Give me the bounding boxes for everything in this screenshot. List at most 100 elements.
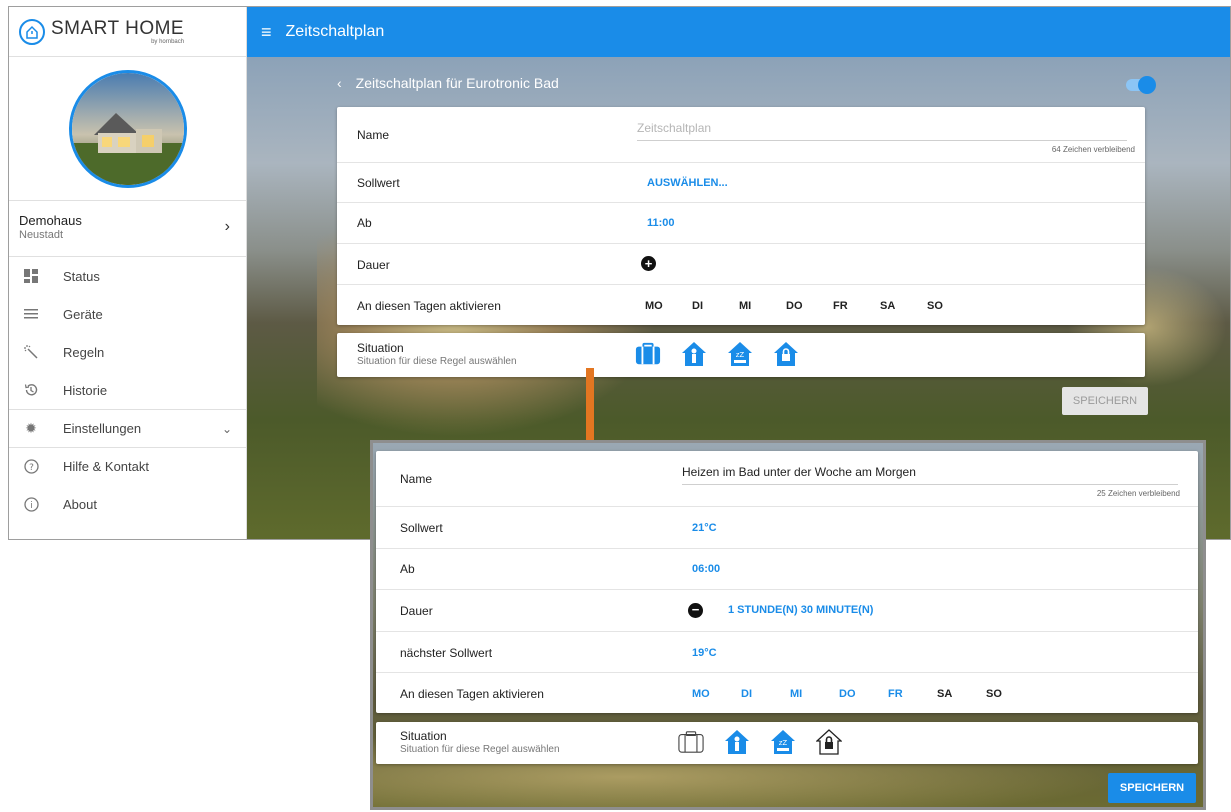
bottom-screenshot: Name Heizen im Bad unter der Woche am Mo… xyxy=(370,440,1206,810)
gear-icon: ✹ xyxy=(25,420,37,436)
info-icon: i xyxy=(23,496,39,512)
situation-card: Situation Situation für diese Regel ausw… xyxy=(337,333,1145,377)
day-fr[interactable]: FR xyxy=(833,300,880,312)
app-header: ≡ Zeitschaltplan xyxy=(247,7,1230,57)
dauer-row: Dauer − 1 STUNDE(N) 30 MINUTE(N) xyxy=(376,590,1198,632)
sidebar-item-status[interactable]: Status xyxy=(9,257,246,295)
brand-name: SMART HOME xyxy=(51,17,185,39)
sidebar-item-geraete[interactable]: Geräte xyxy=(9,295,246,333)
day-do[interactable]: DO xyxy=(839,688,888,700)
add-duration-icon[interactable]: + xyxy=(641,256,656,271)
day-mo[interactable]: MO xyxy=(692,688,741,700)
home-lock-icon[interactable] xyxy=(816,729,842,755)
name-label: Name xyxy=(357,128,390,142)
day-so[interactable]: SO xyxy=(986,688,1035,700)
home-name: Demohaus xyxy=(19,213,82,228)
days-row: An diesen Tagen aktivieren MO DI MI DO F… xyxy=(337,285,1145,325)
day-so[interactable]: SO xyxy=(927,300,974,312)
home-person-icon[interactable] xyxy=(681,341,707,367)
back-icon[interactable]: ‹ xyxy=(337,75,342,91)
chevron-right-icon: › xyxy=(224,218,230,235)
home-lock-icon[interactable] xyxy=(773,341,799,367)
name-row: Name Zeitschaltplan 64 Zeichen verbleibe… xyxy=(337,107,1145,163)
situation-label: Situation xyxy=(400,729,447,743)
sidebar-item-label: Hilfe & Kontakt xyxy=(63,459,149,474)
sidebar-item-about[interactable]: i About xyxy=(9,485,246,523)
sollwert-row: Sollwert AUSWÄHLEN... xyxy=(337,163,1145,203)
save-button-disabled[interactable]: SPEICHERN xyxy=(1062,387,1148,415)
days-label: An diesen Tagen aktivieren xyxy=(357,299,501,313)
home-selector[interactable]: Demohaus Neustadt › xyxy=(9,201,246,257)
svg-text:i: i xyxy=(30,501,33,511)
magic-wand-icon xyxy=(23,344,39,360)
home-person-icon[interactable] xyxy=(724,729,750,755)
situation-card: Situation Situation für diese Regel ausw… xyxy=(376,722,1198,764)
svg-text:zZ: zZ xyxy=(779,739,788,747)
days-label: An diesen Tagen aktivieren xyxy=(400,687,544,701)
day-do[interactable]: DO xyxy=(786,300,833,312)
ab-row: Ab 11:00 xyxy=(337,203,1145,244)
dauer-label: Dauer xyxy=(357,258,390,272)
dauer-row: Dauer + xyxy=(337,244,1145,285)
sidebar-item-label: Einstellungen xyxy=(63,421,142,436)
schedule-form-card: Name Zeitschaltplan 64 Zeichen verbleibe… xyxy=(337,107,1145,325)
home-sleep-icon[interactable]: zZ xyxy=(727,341,753,367)
ab-row: Ab 06:00 xyxy=(376,549,1198,590)
dauer-label: Dauer xyxy=(400,604,433,618)
sidebar-item-label: Status xyxy=(63,268,100,284)
next-sollwert-label: nächster Sollwert xyxy=(400,646,493,660)
list-icon xyxy=(23,306,39,322)
suitcase-icon[interactable] xyxy=(635,341,661,367)
sidebar-item-einstellungen[interactable]: ✹ Einstellungen ⌄ xyxy=(9,409,246,447)
ab-time[interactable]: 06:00 xyxy=(692,563,720,575)
sidebar-item-label: Geräte xyxy=(63,306,103,322)
day-sa[interactable]: SA xyxy=(937,688,986,700)
name-input[interactable]: Zeitschaltplan xyxy=(637,121,1127,141)
save-button[interactable]: SPEICHERN xyxy=(1108,773,1196,803)
suitcase-icon[interactable] xyxy=(678,729,704,755)
day-di[interactable]: DI xyxy=(692,300,739,312)
history-icon xyxy=(23,382,39,398)
schedule-form-card-filled: Name Heizen im Bad unter der Woche am Mo… xyxy=(376,451,1198,713)
brand-sub: by hornbach xyxy=(151,38,185,45)
ab-label: Ab xyxy=(400,562,415,576)
next-sollwert-value[interactable]: 19°C xyxy=(692,647,717,659)
char-count: 64 Zeichen verbleibend xyxy=(1051,145,1135,154)
sidebar: SMART HOME by hornbach Demohaus Neustadt… xyxy=(9,7,247,539)
next-sollwert-row: nächster Sollwert 19°C xyxy=(376,632,1198,673)
sollwert-select-button[interactable]: AUSWÄHLEN... xyxy=(647,177,728,189)
sidebar-item-regeln[interactable]: Regeln xyxy=(9,333,246,371)
day-mo[interactable]: MO xyxy=(645,300,692,312)
brand-logo[interactable]: SMART HOME by hornbach xyxy=(9,7,246,57)
situation-sub: Situation für diese Regel auswählen xyxy=(400,744,560,755)
home-avatar[interactable] xyxy=(68,69,187,188)
name-input[interactable]: Heizen im Bad unter der Woche am Morgen xyxy=(682,465,1178,485)
name-row: Name Heizen im Bad unter der Woche am Mo… xyxy=(376,451,1198,507)
schedule-toggle[interactable] xyxy=(1126,76,1156,94)
form-title: Zeitschaltplan für Eurotronic Bad xyxy=(355,75,559,91)
help-icon: ? xyxy=(23,459,39,475)
situation-sub: Situation für diese Regel auswählen xyxy=(357,356,517,367)
day-mi[interactable]: MI xyxy=(739,300,786,312)
svg-text:?: ? xyxy=(29,463,34,473)
day-di[interactable]: DI xyxy=(741,688,790,700)
days-row: An diesen Tagen aktivieren MO DI MI DO F… xyxy=(376,673,1198,713)
home-sleep-icon[interactable]: zZ xyxy=(770,729,796,755)
menu-icon[interactable]: ≡ xyxy=(261,22,272,43)
sidebar-item-label: Regeln xyxy=(63,344,105,360)
page-title: Zeitschaltplan xyxy=(285,23,385,40)
sidebar-item-historie[interactable]: Historie xyxy=(9,371,246,409)
day-sa[interactable]: SA xyxy=(880,300,927,312)
home-city: Neustadt xyxy=(19,229,64,241)
dauer-value[interactable]: 1 STUNDE(N) 30 MINUTE(N) xyxy=(728,604,873,616)
day-fr[interactable]: FR xyxy=(888,688,937,700)
sollwert-value[interactable]: 21°C xyxy=(692,522,717,534)
ab-time[interactable]: 11:00 xyxy=(647,217,675,229)
remove-duration-icon[interactable]: − xyxy=(688,603,703,618)
ab-label: Ab xyxy=(357,216,372,230)
flow-arrow xyxy=(586,368,594,446)
char-count: 25 Zeichen verbleibend xyxy=(1096,489,1180,498)
day-mi[interactable]: MI xyxy=(790,688,839,700)
situation-label: Situation xyxy=(357,341,404,355)
sidebar-item-hilfe[interactable]: ? Hilfe & Kontakt xyxy=(9,447,246,485)
